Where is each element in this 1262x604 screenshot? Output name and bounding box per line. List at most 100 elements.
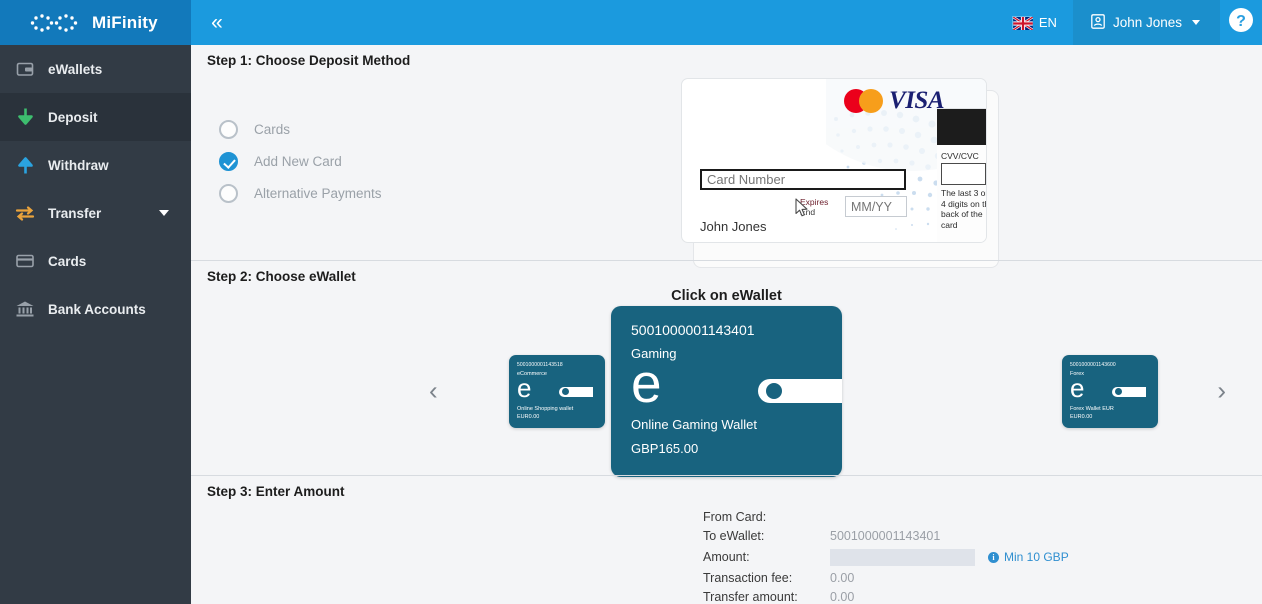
transfer-amount-label: Transfer amount:	[703, 590, 798, 604]
radio-label: Cards	[254, 121, 291, 137]
magnetic-stripe-decoration	[937, 109, 986, 145]
to-ewallet-label: To eWallet:	[703, 529, 765, 543]
step1-body: Cards Add New Card Alternative Payments	[207, 68, 1246, 268]
infinity-logo-icon	[28, 12, 82, 34]
cvv-hint-text: The last 3 or 4 digits on the back of th…	[941, 188, 986, 230]
sidebar-item-transfer[interactable]: Transfer	[0, 189, 191, 237]
topbar: « EN John Jones ?	[191, 0, 1262, 45]
visa-logo-icon: VISA	[889, 87, 944, 114]
ewallet-card-ecommerce[interactable]: 5001000001143518 eCommerce e Online Shop…	[509, 354, 605, 428]
card-expiry-label-line1: Expires	[800, 197, 829, 207]
step1-panel: Step 1: Choose Deposit Method Cards Add …	[191, 45, 1262, 268]
radio-label: Add New Card	[254, 153, 342, 169]
ewallet-balance: GBP165.00	[631, 440, 699, 456]
transaction-fee-value: 0.00	[830, 571, 855, 585]
radio-label: Alternative Payments	[254, 185, 382, 201]
user-name: John Jones	[1112, 15, 1182, 30]
double-chevron-left-icon[interactable]: «	[191, 0, 243, 45]
credit-card-face: VISA Expires End John Jones CVV/CVC	[681, 78, 987, 243]
radio-option-alternative-payments[interactable]: Alternative Payments	[219, 177, 637, 209]
help-button[interactable]: ?	[1220, 0, 1262, 45]
ewallet-name: Forex Wallet EUR	[1070, 405, 1114, 412]
step3-panel: Step 3: Enter Amount From Card: To eWall…	[191, 475, 1262, 604]
main-content: « EN John Jones ? Step 1: Choose Deposit…	[191, 0, 1262, 604]
radio-indicator-selected[interactable]	[219, 151, 238, 171]
radio-option-cards[interactable]: Cards	[219, 113, 637, 145]
step3-title: Step 3: Enter Amount	[207, 484, 345, 499]
card-holder-name: John Jones	[700, 219, 767, 234]
language-selector[interactable]: EN	[996, 0, 1073, 45]
step2-title: Step 2: Choose eWallet	[207, 269, 356, 284]
click-ewallet-instruction: Click on eWallet	[671, 288, 782, 304]
amount-label: Amount:	[703, 550, 750, 564]
sidebar: MiFinity eWallets Deposit Withdraw Trans…	[0, 0, 191, 604]
e-wallet-logo-icon: e	[631, 355, 842, 415]
ewallet-carousel: ‹ 5001000001143518 eCommerce e Online Sh…	[207, 305, 1246, 477]
chevron-right-icon[interactable]: ›	[1217, 376, 1226, 407]
ewallet-number: 5001000001143401	[631, 321, 755, 338]
ewallet-number: 5001000001143600	[1070, 361, 1116, 368]
sidebar-item-label: Cards	[48, 253, 87, 269]
from-card-label: From Card:	[703, 510, 767, 524]
card-expiry-input[interactable]	[845, 196, 907, 217]
to-ewallet-value: 5001000001143401	[830, 529, 941, 543]
svg-text:?: ?	[1236, 13, 1246, 30]
chevron-left-icon[interactable]: ‹	[429, 376, 438, 407]
bank-icon	[10, 301, 40, 317]
arrow-down-icon	[10, 108, 40, 126]
wallet-icon	[10, 61, 40, 77]
sidebar-item-bank-accounts[interactable]: Bank Accounts	[0, 285, 191, 333]
chevron-down-icon	[159, 210, 169, 216]
credit-card-icon	[10, 254, 40, 268]
cvv-input[interactable]	[941, 163, 986, 185]
card-expiry-label-line2: End	[800, 207, 816, 217]
step1-title: Step 1: Choose Deposit Method	[207, 53, 411, 68]
sidebar-item-deposit[interactable]: Deposit	[0, 93, 191, 141]
transfer-amount-value: 0.00	[830, 590, 855, 604]
radio-option-add-new-card[interactable]: Add New Card	[219, 145, 637, 177]
user-menu[interactable]: John Jones	[1072, 0, 1220, 45]
card-expiry-label: Expires End	[800, 197, 828, 217]
sidebar-item-label: Withdraw	[48, 157, 109, 173]
ewallet-name: Online Gaming Wallet	[631, 416, 757, 432]
user-card-icon	[1091, 13, 1105, 32]
ewallet-name: Online Shopping wallet	[517, 405, 574, 412]
radio-indicator[interactable]	[219, 119, 238, 139]
app-root: MiFinity eWallets Deposit Withdraw Trans…	[0, 0, 1262, 604]
sidebar-item-ewallets[interactable]: eWallets	[0, 45, 191, 93]
sidebar-item-withdraw[interactable]: Withdraw	[0, 141, 191, 189]
brand-name: MiFinity	[92, 12, 158, 32]
card-brand-logos: VISA	[844, 87, 944, 115]
ewallet-number: 5001000001143518	[517, 361, 563, 368]
credit-card-form: VISA Expires End John Jones CVV/CVC	[681, 78, 1011, 268]
e-wallet-logo-icon: e	[517, 375, 597, 406]
sidebar-item-label: eWallets	[48, 61, 103, 77]
sidebar-item-label: Deposit	[48, 109, 98, 125]
ewallet-balance: EUR0.00	[517, 413, 540, 420]
ewallet-card-forex[interactable]: 5001000001143600 Forex e Forex Wallet EU…	[1062, 354, 1158, 428]
ewallet-balance: EUR0.00	[1070, 413, 1093, 420]
info-icon: i	[988, 551, 999, 563]
e-wallet-logo-icon: e	[1070, 375, 1150, 406]
uk-flag-icon	[1011, 15, 1034, 32]
cvv-panel: CVV/CVC The last 3 or 4 digits on the ba…	[937, 108, 986, 242]
language-label: EN	[1038, 15, 1057, 30]
sidebar-item-cards[interactable]: Cards	[0, 237, 191, 285]
min-amount-text: Min 10 GBP	[1004, 550, 1069, 564]
deposit-method-radio-group: Cards Add New Card Alternative Payments	[207, 68, 637, 243]
card-number-input[interactable]	[700, 169, 906, 190]
transfer-arrows-icon	[10, 205, 40, 221]
transaction-fee-label: Transaction fee:	[703, 571, 793, 585]
amount-input-wrap	[830, 548, 980, 566]
amount-form: From Card: To eWallet: 5001000001143401 …	[703, 510, 1246, 604]
amount-input[interactable]	[830, 548, 975, 566]
brand-header[interactable]: MiFinity	[0, 0, 191, 45]
ewallet-card-gaming-selected[interactable]: 5001000001143401 Gaming e Online Gaming …	[611, 305, 842, 477]
step2-panel: Step 2: Choose eWallet Click on eWallet …	[191, 260, 1262, 477]
chevron-down-icon	[1192, 20, 1200, 25]
question-mark-icon: ?	[1228, 7, 1254, 38]
radio-indicator[interactable]	[219, 183, 238, 203]
cvv-label: CVV/CVC	[941, 151, 979, 161]
sidebar-item-label: Transfer	[48, 205, 102, 221]
arrow-up-icon	[10, 156, 40, 174]
